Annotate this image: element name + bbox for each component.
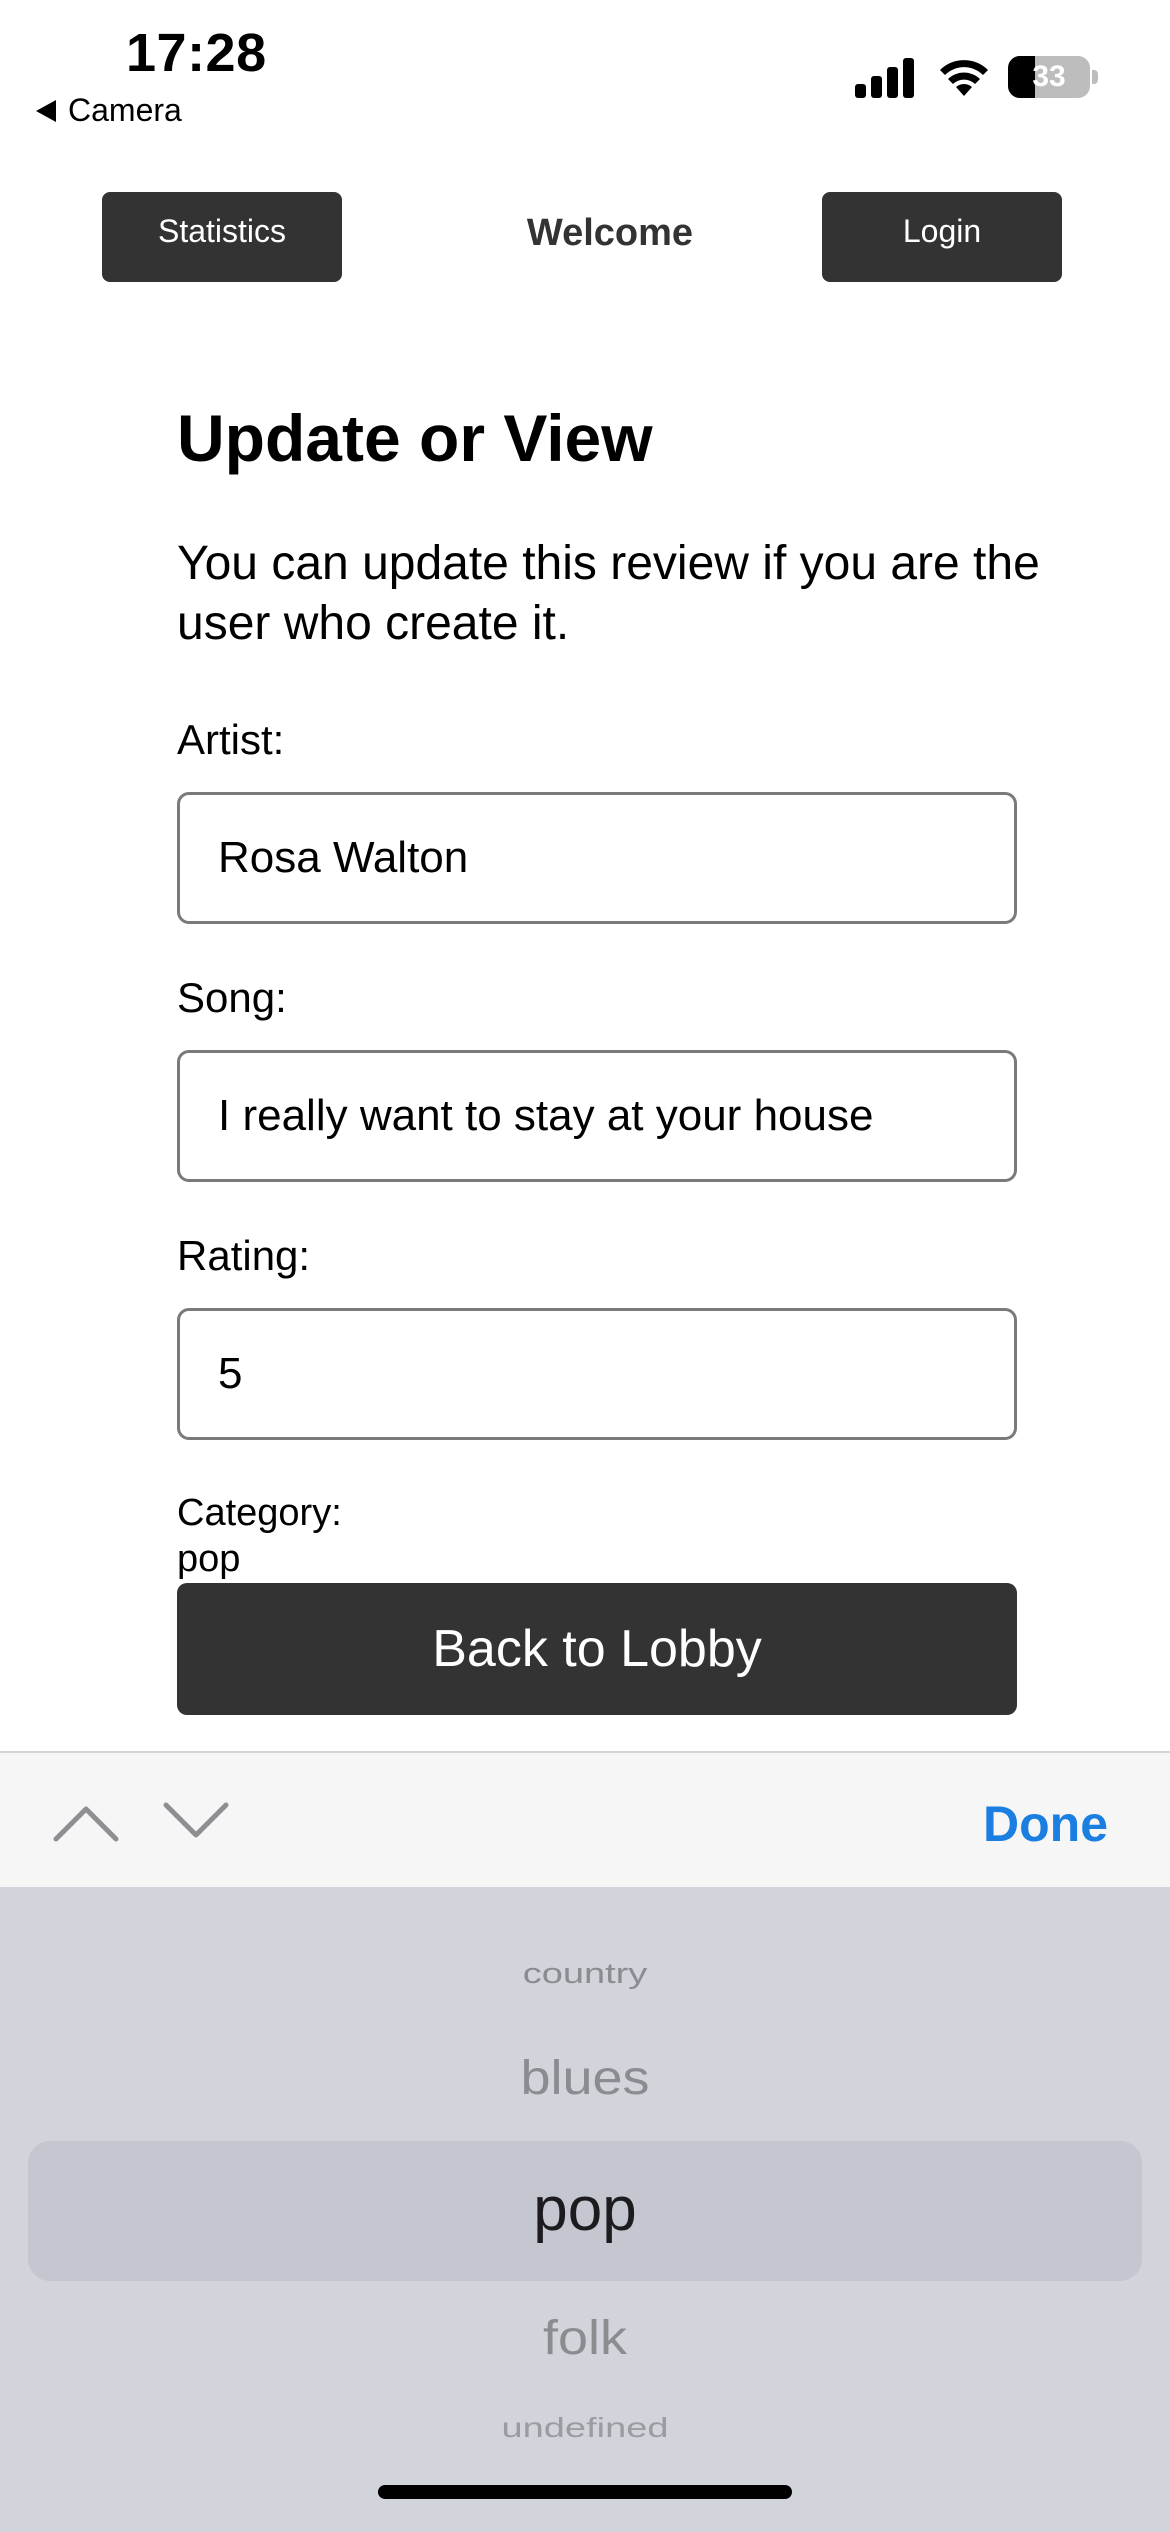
welcome-label: Welcome	[526, 212, 694, 254]
picker-option-country[interactable]: country	[0, 1958, 1170, 1990]
statistics-button[interactable]: Statistics	[102, 192, 342, 282]
back-triangle-icon	[36, 99, 56, 122]
login-button[interactable]: Login	[822, 192, 1062, 282]
picker-option-undefined[interactable]: undefined	[0, 2413, 1170, 2444]
app-screen: 17:28 Camera 33 Statistics Welcome Login…	[0, 0, 1170, 2532]
artist-label: Artist:	[177, 716, 285, 763]
category-label: Category:	[177, 1492, 342, 1534]
picker-option-blues[interactable]: blues	[0, 2050, 1170, 2106]
battery-icon: 33	[1008, 56, 1090, 98]
song-label: Song:	[177, 974, 287, 1021]
page-title: Update or View	[177, 401, 653, 475]
artist-field[interactable]: Rosa Walton	[177, 792, 1017, 924]
rating-field[interactable]: 5	[177, 1308, 1017, 1440]
category-picker[interactable]: country blues pop folk undefined	[0, 1887, 1170, 2532]
cellular-signal-icon	[855, 56, 915, 98]
picker-option-folk[interactable]: folk	[0, 2310, 1170, 2366]
chevron-down-icon[interactable]	[160, 1793, 232, 1849]
picker-option-pop[interactable]: pop	[0, 2174, 1170, 2245]
category-select[interactable]: pop	[177, 1538, 240, 1581]
chevron-up-icon[interactable]	[50, 1793, 122, 1849]
battery-cap	[1092, 70, 1098, 84]
keyboard-accessory-bar: Done	[0, 1751, 1170, 1887]
back-to-camera-link[interactable]: Camera	[36, 92, 182, 129]
battery-percent: 33	[1032, 60, 1066, 93]
status-time: 17:28	[126, 23, 267, 83]
back-to-lobby-button[interactable]: Back to Lobby	[177, 1583, 1017, 1715]
song-field[interactable]: I really want to stay at your house	[177, 1050, 1017, 1182]
wifi-icon	[940, 60, 988, 96]
back-app-label: Camera	[68, 92, 182, 128]
rating-label: Rating:	[177, 1232, 311, 1279]
intro-text: You can update this review if you are th…	[177, 537, 1040, 650]
done-button[interactable]: Done	[983, 1795, 1108, 1853]
home-indicator[interactable]	[378, 2485, 792, 2499]
